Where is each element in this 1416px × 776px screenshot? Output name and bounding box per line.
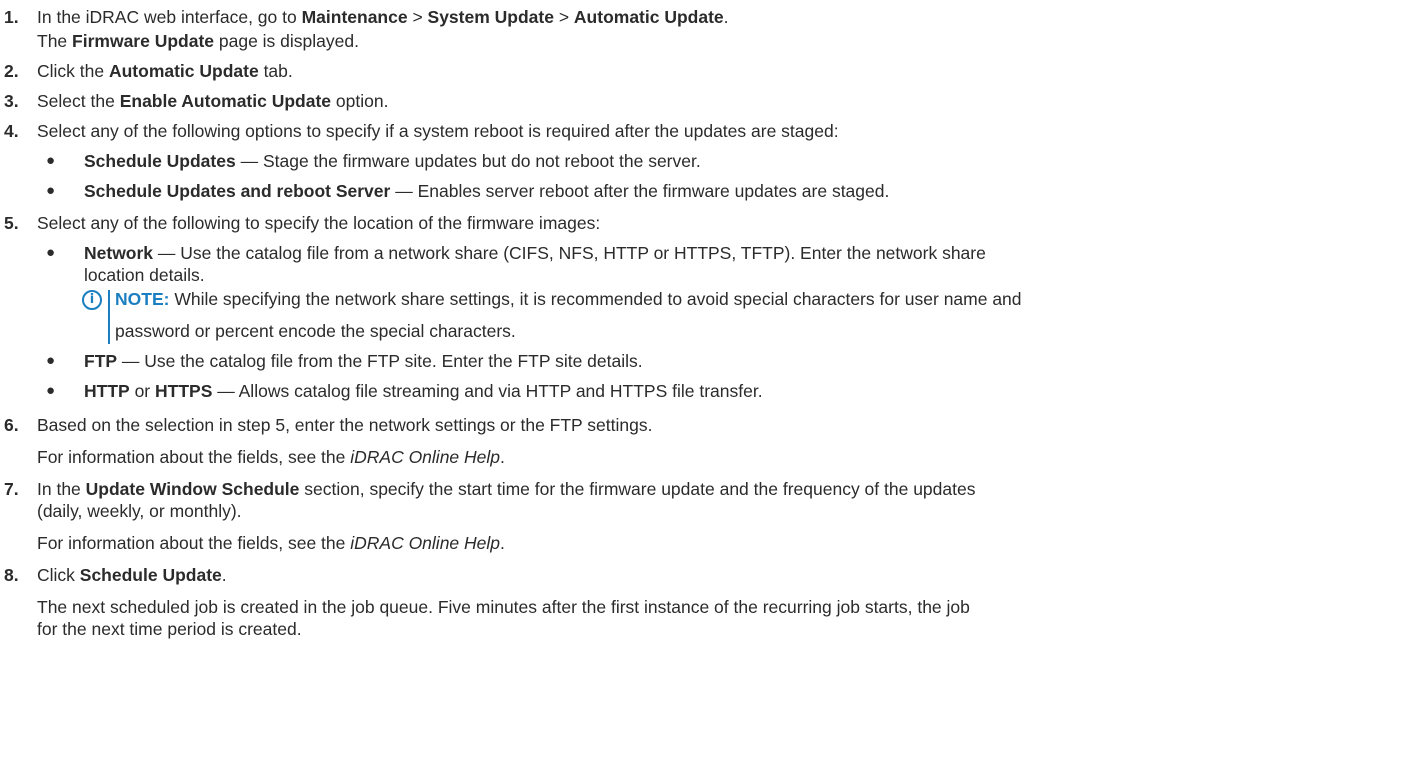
- step-text: In the iDRAC web interface, go to Mainte…: [37, 7, 729, 27]
- step-number: 5.: [4, 213, 19, 233]
- step-7-continuation: (daily, weekly, or monthly).: [37, 501, 242, 521]
- bullet-icon: ●: [46, 182, 56, 199]
- note-bar: [108, 290, 110, 344]
- list-item: Schedule Updates — Stage the firmware up…: [84, 151, 701, 171]
- step-8-result-line-2: for the next time period is created.: [37, 619, 302, 639]
- step-text: Click Schedule Update.: [37, 565, 227, 585]
- step-text: In the Update Window Schedule section, s…: [37, 479, 976, 499]
- step-1-result: The Firmware Update page is displayed.: [37, 31, 359, 51]
- info-circle-icon: i: [82, 290, 102, 310]
- step-number: 7.: [4, 479, 19, 499]
- list-item: Schedule Updates and reboot Server — Ena…: [84, 181, 890, 201]
- note-line-1: NOTE: While specifying the network share…: [115, 289, 1022, 309]
- step-text: Select any of the following to specify t…: [37, 213, 601, 233]
- step-number: 6.: [4, 415, 19, 435]
- step-8-result-line-1: The next scheduled job is created in the…: [37, 597, 970, 617]
- step-number: 8.: [4, 565, 19, 585]
- step-number: 2.: [4, 61, 19, 81]
- list-item-continuation: location details.: [84, 265, 205, 285]
- bullet-icon: ●: [46, 244, 56, 261]
- document: 1. In the iDRAC web interface, go to Mai…: [0, 0, 1416, 776]
- bullet-icon: ●: [46, 382, 56, 399]
- step-text: Select the Enable Automatic Update optio…: [37, 91, 389, 111]
- step-7-info: For information about the fields, see th…: [37, 533, 505, 553]
- step-number: 4.: [4, 121, 19, 141]
- note-line-2: password or percent encode the special c…: [115, 321, 516, 341]
- step-6-info: For information about the fields, see th…: [37, 447, 505, 467]
- step-number: 1.: [4, 7, 19, 27]
- list-item: Network — Use the catalog file from a ne…: [84, 243, 986, 263]
- bullet-icon: ●: [46, 152, 56, 169]
- bullet-icon: ●: [46, 352, 56, 369]
- step-text: Select any of the following options to s…: [37, 121, 839, 141]
- step-text: Click the Automatic Update tab.: [37, 61, 293, 81]
- step-number: 3.: [4, 91, 19, 111]
- step-text: Based on the selection in step 5, enter …: [37, 415, 653, 435]
- list-item: FTP — Use the catalog file from the FTP …: [84, 351, 643, 371]
- list-item: HTTP or HTTPS — Allows catalog file stre…: [84, 381, 763, 401]
